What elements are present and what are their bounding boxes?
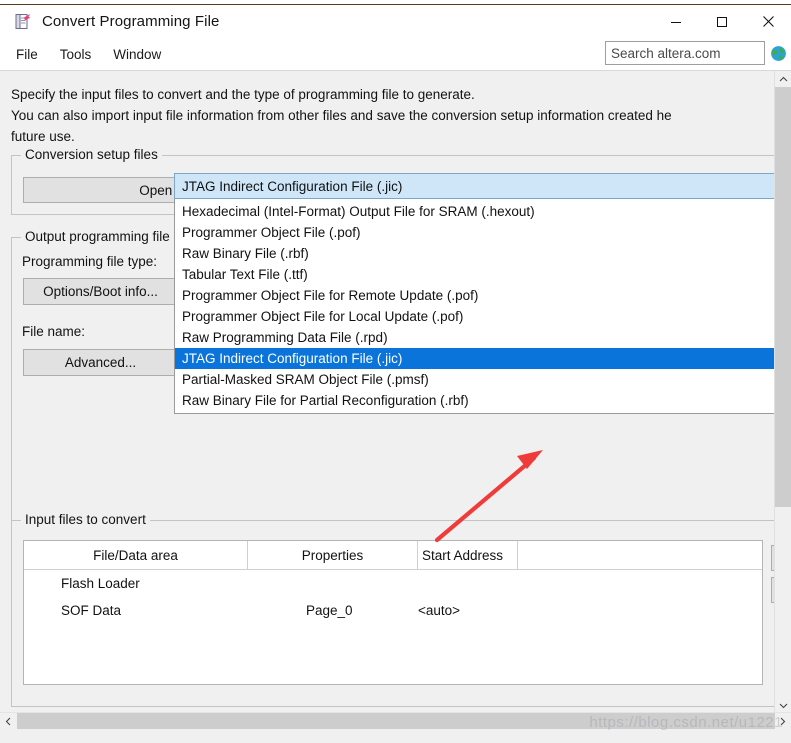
chevron-down-icon [779, 703, 787, 708]
input-files-group: Input files to convert File/Data area Pr… [11, 512, 791, 707]
cell-start-address: <auto> [418, 603, 461, 618]
column-header-properties[interactable]: Properties [248, 541, 418, 569]
search-input[interactable] [605, 41, 765, 65]
dropdown-option[interactable]: Tabular Text File (.ttf) [175, 264, 790, 285]
advanced-button[interactable]: Advanced... [23, 349, 178, 376]
programming-file-type-dropdown-list[interactable]: Hexadecimal (Intel-Format) Output File f… [174, 199, 791, 414]
conversion-setup-group-title: Conversion setup files [21, 147, 162, 162]
scroll-up-button[interactable] [775, 71, 791, 87]
scroll-left-button[interactable] [0, 713, 17, 729]
cell-start-address [418, 570, 518, 597]
dropdown-option[interactable]: Raw Binary File (.rbf) [175, 243, 790, 264]
intro-line-2: You can also import input file informati… [11, 108, 672, 123]
intro-text: Specify the input files to convert and t… [11, 84, 771, 147]
input-files-table[interactable]: File/Data area Properties Start Address … [23, 540, 763, 685]
close-icon [762, 16, 774, 27]
output-programming-file-group-title: Output programming file [21, 229, 174, 244]
menu-window[interactable]: Window [102, 44, 172, 65]
vertical-scrollbar[interactable] [774, 71, 791, 713]
cell-file-data-area: Flash Loader [61, 576, 140, 591]
window-controls [653, 5, 791, 38]
dropdown-option[interactable]: Programmer Object File for Remote Update… [175, 285, 790, 306]
table-row[interactable]: SOF Data Page_0 <auto> [24, 597, 762, 624]
minimize-icon [671, 21, 681, 23]
programming-file-type-combo[interactable]: JTAG Indirect Configuration File (.jic) [174, 173, 779, 199]
scroll-down-button[interactable] [775, 697, 791, 713]
search-area [605, 41, 787, 65]
dropdown-option-selected[interactable]: JTAG Indirect Configuration File (.jic) [175, 348, 790, 369]
dropdown-option[interactable]: Partial-Masked SRAM Object File (.pmsf) [175, 369, 790, 390]
chevron-up-icon [779, 76, 787, 81]
dropdown-option[interactable]: Programmer Object File (.pof) [175, 222, 790, 243]
menu-bar: File Tools Window [0, 38, 791, 71]
chevron-left-icon [5, 717, 11, 725]
dropdown-option[interactable]: Raw Binary File for Partial Reconfigurat… [175, 390, 790, 411]
input-files-group-title: Input files to convert [21, 512, 150, 527]
convert-file-icon [14, 13, 32, 31]
maximize-icon [717, 16, 727, 27]
minimize-button[interactable] [653, 5, 699, 38]
intro-line-3: future use. [11, 129, 75, 144]
globe-icon[interactable] [770, 45, 787, 62]
dropdown-option[interactable]: Raw Programming Data File (.rpd) [175, 327, 790, 348]
column-header-start-address[interactable]: Start Address [418, 541, 518, 569]
options-boot-info-button[interactable]: Options/Boot info... [23, 278, 178, 305]
vertical-scrollbar-thumb[interactable] [775, 87, 791, 507]
maximize-button[interactable] [699, 5, 745, 38]
intro-line-1: Specify the input files to convert and t… [11, 87, 475, 102]
close-button[interactable] [745, 5, 791, 38]
cell-extra [518, 570, 762, 597]
menu-file[interactable]: File [5, 44, 49, 65]
watermark: https://blog.csdn.net/u1221 [589, 714, 783, 731]
dropdown-option[interactable]: Programmer Object File for Local Update … [175, 306, 790, 327]
table-row[interactable]: Flash Loader [24, 570, 762, 597]
menu-tools[interactable]: Tools [49, 44, 103, 65]
title-bar: Convert Programming File [0, 5, 791, 38]
table-header-row: File/Data area Properties Start Address [24, 541, 762, 570]
window-title: Convert Programming File [42, 13, 220, 30]
dropdown-option[interactable]: Hexadecimal (Intel-Format) Output File f… [175, 201, 790, 222]
programming-file-type-label: Programming file type: [22, 254, 158, 269]
convert-programming-file-window: Convert Programming File File Tools Wind… [0, 0, 791, 743]
cell-properties [248, 570, 418, 597]
dialog-content: Specify the input files to convert and t… [0, 71, 791, 713]
cell-file-data-area: SOF Data [61, 603, 122, 618]
column-header-extra[interactable] [518, 541, 762, 569]
file-name-label: File name: [22, 324, 86, 339]
cell-properties: Page_0 [306, 603, 353, 618]
cell-extra [518, 597, 762, 624]
column-header-file-data-area[interactable]: File/Data area [24, 541, 248, 569]
